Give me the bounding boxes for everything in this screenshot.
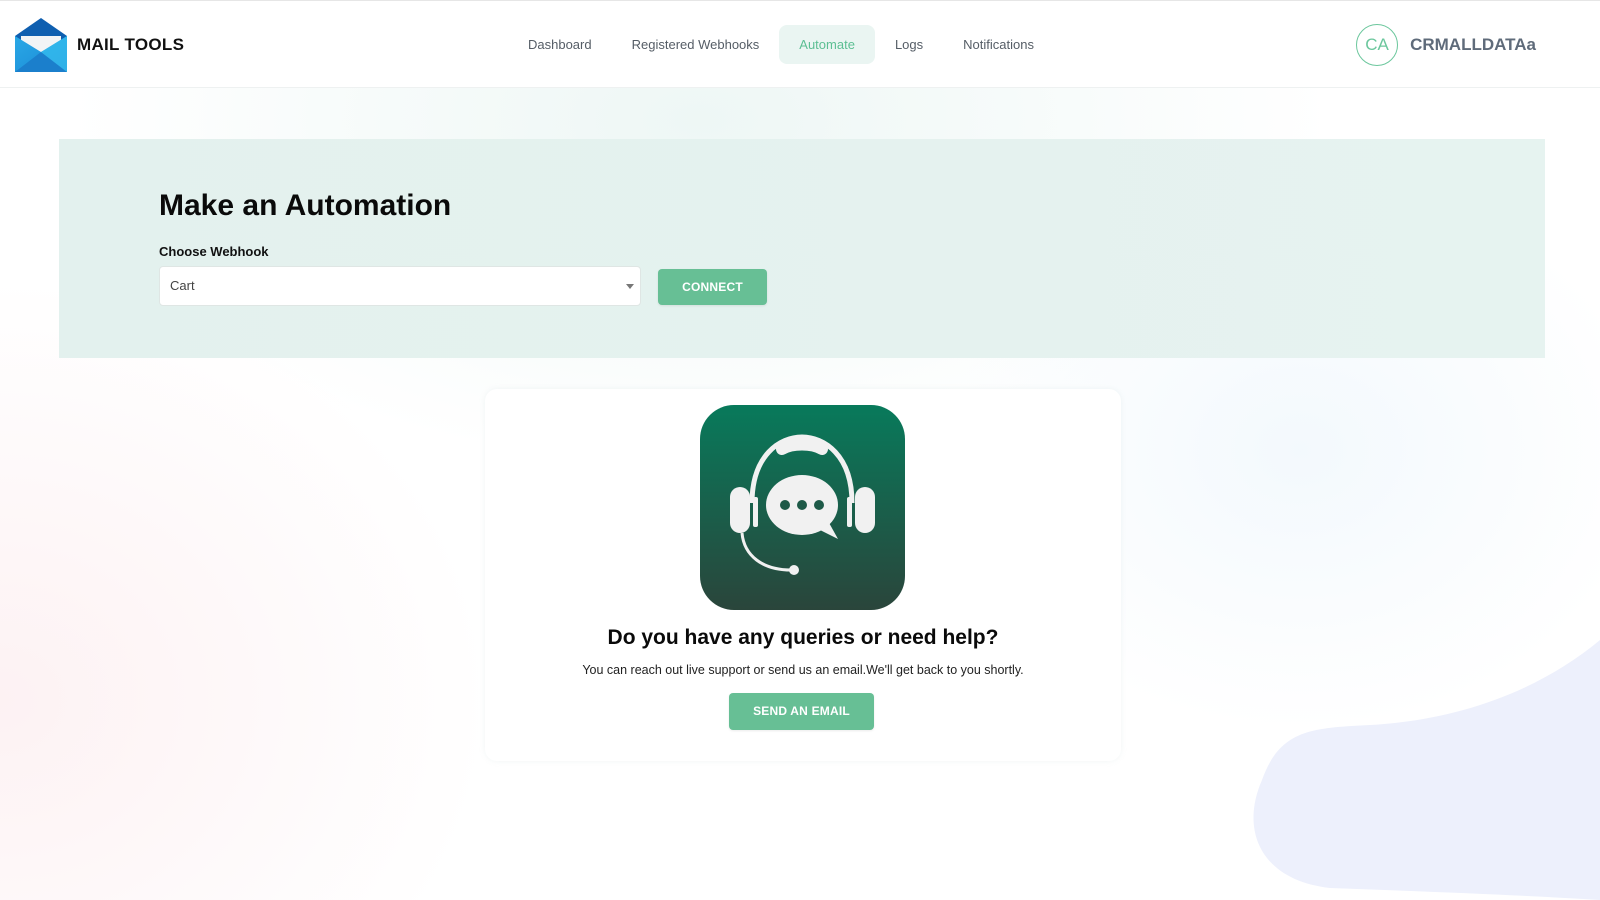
webhook-select[interactable]: Cart [159,266,641,306]
nav-dashboard[interactable]: Dashboard [508,25,612,64]
username[interactable]: CRMALLDATAa [1410,35,1536,55]
envelope-icon [15,18,67,72]
avatar[interactable]: CA [1356,24,1399,66]
page-title: Make an Automation [159,189,452,222]
main-nav: Dashboard Registered Webhooks Automate L… [508,25,1054,64]
webhook-label: Choose Webhook [159,244,269,259]
nav-registered-webhooks[interactable]: Registered Webhooks [612,25,780,64]
support-heading: Do you have any queries or need help? [607,626,999,649]
nav-notifications[interactable]: Notifications [943,25,1054,64]
support-text: You can reach out live support or send u… [582,663,1024,677]
caret-down-icon [626,284,634,289]
nav-automate[interactable]: Automate [779,25,875,64]
nav-logs[interactable]: Logs [875,25,943,64]
top-navbar: MAIL TOOLS Dashboard Registered Webhooks… [0,0,1600,88]
brand[interactable]: MAIL TOOLS [15,18,184,72]
webhook-select-value: Cart [170,278,195,293]
send-email-button[interactable]: SEND AN EMAIL [729,693,874,730]
background-blob [1253,640,1600,900]
headset-chat-icon [700,405,905,610]
support-card: Do you have any queries or need help? Yo… [485,389,1121,761]
automation-panel: Make an Automation Choose Webhook Cart C… [59,139,1545,358]
user-menu[interactable]: CA CRMALLDATAa [1356,24,1536,66]
connect-button[interactable]: CONNECT [658,269,767,305]
brand-name: MAIL TOOLS [77,35,185,54]
